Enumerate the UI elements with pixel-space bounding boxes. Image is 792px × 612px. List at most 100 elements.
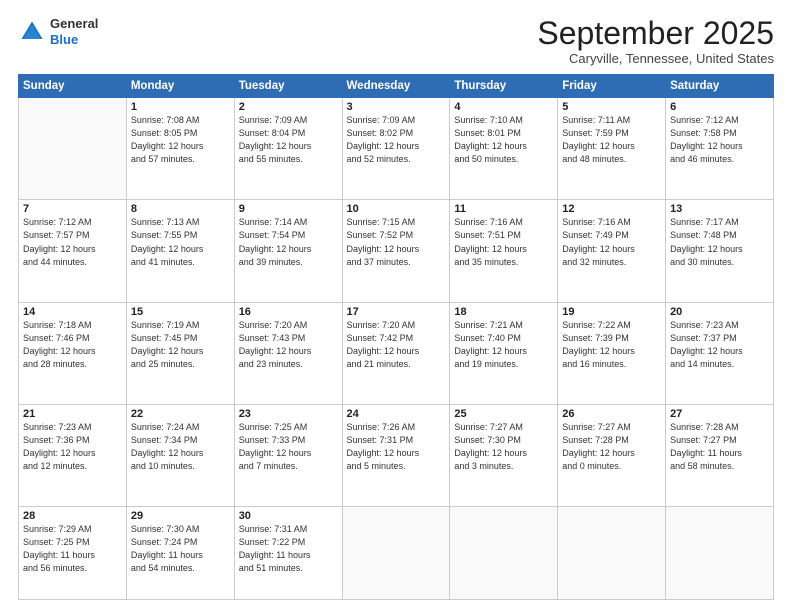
col-friday: Friday	[558, 75, 666, 98]
day-info: Sunrise: 7:16 AM Sunset: 7:51 PM Dayligh…	[454, 216, 553, 268]
table-row: 8Sunrise: 7:13 AM Sunset: 7:55 PM Daylig…	[126, 200, 234, 302]
day-info: Sunrise: 7:12 AM Sunset: 7:58 PM Dayligh…	[670, 114, 769, 166]
day-number: 18	[454, 306, 553, 318]
logo-text: General Blue	[50, 16, 98, 47]
day-number: 22	[131, 408, 230, 420]
table-row: 7Sunrise: 7:12 AM Sunset: 7:57 PM Daylig…	[19, 200, 127, 302]
day-info: Sunrise: 7:20 AM Sunset: 7:43 PM Dayligh…	[239, 319, 338, 371]
day-info: Sunrise: 7:30 AM Sunset: 7:24 PM Dayligh…	[131, 523, 230, 575]
day-number: 1	[131, 101, 230, 113]
day-info: Sunrise: 7:23 AM Sunset: 7:36 PM Dayligh…	[23, 421, 122, 473]
day-info: Sunrise: 7:25 AM Sunset: 7:33 PM Dayligh…	[239, 421, 338, 473]
day-info: Sunrise: 7:15 AM Sunset: 7:52 PM Dayligh…	[347, 216, 446, 268]
day-info: Sunrise: 7:22 AM Sunset: 7:39 PM Dayligh…	[562, 319, 661, 371]
table-row	[342, 507, 450, 600]
table-row: 5Sunrise: 7:11 AM Sunset: 7:59 PM Daylig…	[558, 98, 666, 200]
table-row: 23Sunrise: 7:25 AM Sunset: 7:33 PM Dayli…	[234, 404, 342, 506]
day-info: Sunrise: 7:08 AM Sunset: 8:05 PM Dayligh…	[131, 114, 230, 166]
table-row: 15Sunrise: 7:19 AM Sunset: 7:45 PM Dayli…	[126, 302, 234, 404]
day-number: 27	[670, 408, 769, 420]
table-row	[19, 98, 127, 200]
day-number: 11	[454, 203, 553, 215]
header-right: September 2025 Caryville, Tennessee, Uni…	[537, 16, 774, 66]
table-row: 11Sunrise: 7:16 AM Sunset: 7:51 PM Dayli…	[450, 200, 558, 302]
day-number: 9	[239, 203, 338, 215]
table-row: 18Sunrise: 7:21 AM Sunset: 7:40 PM Dayli…	[450, 302, 558, 404]
table-row: 12Sunrise: 7:16 AM Sunset: 7:49 PM Dayli…	[558, 200, 666, 302]
day-number: 17	[347, 306, 446, 318]
day-number: 12	[562, 203, 661, 215]
day-number: 23	[239, 408, 338, 420]
day-info: Sunrise: 7:31 AM Sunset: 7:22 PM Dayligh…	[239, 523, 338, 575]
table-row: 4Sunrise: 7:10 AM Sunset: 8:01 PM Daylig…	[450, 98, 558, 200]
table-row	[558, 507, 666, 600]
table-row	[666, 507, 774, 600]
day-number: 14	[23, 306, 122, 318]
col-wednesday: Wednesday	[342, 75, 450, 98]
day-info: Sunrise: 7:27 AM Sunset: 7:28 PM Dayligh…	[562, 421, 661, 473]
page: General Blue September 2025 Caryville, T…	[0, 0, 792, 612]
table-row: 19Sunrise: 7:22 AM Sunset: 7:39 PM Dayli…	[558, 302, 666, 404]
table-row: 13Sunrise: 7:17 AM Sunset: 7:48 PM Dayli…	[666, 200, 774, 302]
day-info: Sunrise: 7:14 AM Sunset: 7:54 PM Dayligh…	[239, 216, 338, 268]
logo-icon	[18, 18, 46, 46]
table-row: 14Sunrise: 7:18 AM Sunset: 7:46 PM Dayli…	[19, 302, 127, 404]
day-number: 29	[131, 510, 230, 522]
day-number: 28	[23, 510, 122, 522]
day-info: Sunrise: 7:18 AM Sunset: 7:46 PM Dayligh…	[23, 319, 122, 371]
table-row: 9Sunrise: 7:14 AM Sunset: 7:54 PM Daylig…	[234, 200, 342, 302]
table-row	[450, 507, 558, 600]
table-row: 26Sunrise: 7:27 AM Sunset: 7:28 PM Dayli…	[558, 404, 666, 506]
col-saturday: Saturday	[666, 75, 774, 98]
month-title: September 2025	[537, 16, 774, 51]
day-number: 10	[347, 203, 446, 215]
logo: General Blue	[18, 16, 98, 47]
table-row: 6Sunrise: 7:12 AM Sunset: 7:58 PM Daylig…	[666, 98, 774, 200]
col-sunday: Sunday	[19, 75, 127, 98]
table-row: 27Sunrise: 7:28 AM Sunset: 7:27 PM Dayli…	[666, 404, 774, 506]
day-number: 20	[670, 306, 769, 318]
day-number: 21	[23, 408, 122, 420]
day-number: 8	[131, 203, 230, 215]
day-number: 5	[562, 101, 661, 113]
day-info: Sunrise: 7:24 AM Sunset: 7:34 PM Dayligh…	[131, 421, 230, 473]
calendar-table: Sunday Monday Tuesday Wednesday Thursday…	[18, 74, 774, 600]
table-row: 21Sunrise: 7:23 AM Sunset: 7:36 PM Dayli…	[19, 404, 127, 506]
table-row: 30Sunrise: 7:31 AM Sunset: 7:22 PM Dayli…	[234, 507, 342, 600]
day-info: Sunrise: 7:27 AM Sunset: 7:30 PM Dayligh…	[454, 421, 553, 473]
day-info: Sunrise: 7:10 AM Sunset: 8:01 PM Dayligh…	[454, 114, 553, 166]
table-row: 17Sunrise: 7:20 AM Sunset: 7:42 PM Dayli…	[342, 302, 450, 404]
table-row: 10Sunrise: 7:15 AM Sunset: 7:52 PM Dayli…	[342, 200, 450, 302]
day-number: 15	[131, 306, 230, 318]
day-info: Sunrise: 7:16 AM Sunset: 7:49 PM Dayligh…	[562, 216, 661, 268]
day-info: Sunrise: 7:11 AM Sunset: 7:59 PM Dayligh…	[562, 114, 661, 166]
day-info: Sunrise: 7:23 AM Sunset: 7:37 PM Dayligh…	[670, 319, 769, 371]
table-row: 22Sunrise: 7:24 AM Sunset: 7:34 PM Dayli…	[126, 404, 234, 506]
day-info: Sunrise: 7:26 AM Sunset: 7:31 PM Dayligh…	[347, 421, 446, 473]
day-number: 6	[670, 101, 769, 113]
table-row: 16Sunrise: 7:20 AM Sunset: 7:43 PM Dayli…	[234, 302, 342, 404]
day-number: 24	[347, 408, 446, 420]
table-row: 1Sunrise: 7:08 AM Sunset: 8:05 PM Daylig…	[126, 98, 234, 200]
day-info: Sunrise: 7:19 AM Sunset: 7:45 PM Dayligh…	[131, 319, 230, 371]
day-info: Sunrise: 7:09 AM Sunset: 8:02 PM Dayligh…	[347, 114, 446, 166]
day-info: Sunrise: 7:28 AM Sunset: 7:27 PM Dayligh…	[670, 421, 769, 473]
day-info: Sunrise: 7:12 AM Sunset: 7:57 PM Dayligh…	[23, 216, 122, 268]
top-section: General Blue September 2025 Caryville, T…	[18, 16, 774, 66]
day-info: Sunrise: 7:29 AM Sunset: 7:25 PM Dayligh…	[23, 523, 122, 575]
table-row: 24Sunrise: 7:26 AM Sunset: 7:31 PM Dayli…	[342, 404, 450, 506]
col-tuesday: Tuesday	[234, 75, 342, 98]
day-number: 30	[239, 510, 338, 522]
day-info: Sunrise: 7:21 AM Sunset: 7:40 PM Dayligh…	[454, 319, 553, 371]
day-info: Sunrise: 7:09 AM Sunset: 8:04 PM Dayligh…	[239, 114, 338, 166]
day-number: 25	[454, 408, 553, 420]
day-info: Sunrise: 7:20 AM Sunset: 7:42 PM Dayligh…	[347, 319, 446, 371]
col-monday: Monday	[126, 75, 234, 98]
day-number: 2	[239, 101, 338, 113]
table-row: 28Sunrise: 7:29 AM Sunset: 7:25 PM Dayli…	[19, 507, 127, 600]
logo-general: General	[50, 16, 98, 31]
table-row: 3Sunrise: 7:09 AM Sunset: 8:02 PM Daylig…	[342, 98, 450, 200]
table-row: 25Sunrise: 7:27 AM Sunset: 7:30 PM Dayli…	[450, 404, 558, 506]
day-number: 16	[239, 306, 338, 318]
day-number: 19	[562, 306, 661, 318]
